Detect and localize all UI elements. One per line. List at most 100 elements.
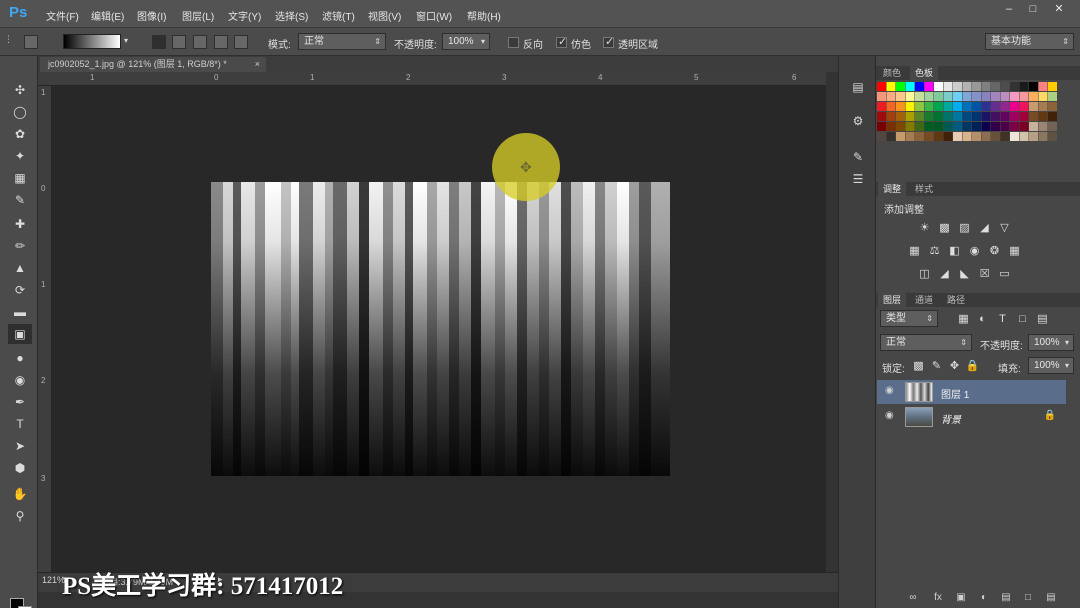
color-swatch[interactable] <box>1048 82 1057 91</box>
color-swatch[interactable] <box>1000 82 1010 91</box>
color-swatch[interactable] <box>972 92 981 101</box>
color-swatch[interactable] <box>962 102 972 111</box>
color-swatch[interactable] <box>915 102 924 111</box>
group-icon[interactable]: ▤ <box>998 592 1014 606</box>
fx-icon[interactable]: fx <box>930 592 946 606</box>
color-swatch[interactable] <box>886 92 896 101</box>
color-swatch[interactable] <box>924 132 934 141</box>
workspace-select[interactable]: 基本功能 ⇕ <box>985 33 1074 50</box>
hue-icon[interactable]: ▦ <box>907 244 922 258</box>
color-swatch[interactable] <box>915 132 924 141</box>
color-swatch[interactable] <box>991 82 1000 91</box>
color-swatch[interactable] <box>991 92 1000 101</box>
gradient-editor-swatch[interactable] <box>63 34 121 49</box>
color-swatch[interactable] <box>1048 92 1057 101</box>
color-swatch[interactable] <box>924 82 934 91</box>
gradient-icon[interactable]: ▣ <box>8 324 32 344</box>
tab-styles[interactable]: 样式 <box>910 182 938 196</box>
lock-transparent-icon[interactable]: ▩ <box>911 359 926 373</box>
radial-gradient-icon[interactable] <box>172 35 186 49</box>
reflected-gradient-icon[interactable] <box>214 35 228 49</box>
color-swatch[interactable] <box>1010 112 1019 121</box>
levels-icon[interactable]: ▩ <box>937 221 952 235</box>
history-icon[interactable]: ▤ <box>849 78 867 96</box>
gradient-map-icon[interactable]: ▭ <box>997 267 1012 281</box>
color-swatch[interactable] <box>877 112 886 121</box>
type-icon[interactable]: T <box>8 414 32 434</box>
color-swatch[interactable] <box>905 122 915 131</box>
filter-pixel-icon[interactable]: ▦ <box>956 312 971 326</box>
color-swatch[interactable] <box>924 92 934 101</box>
color-swatch[interactable] <box>1029 122 1038 131</box>
color-swatch[interactable] <box>915 82 924 91</box>
menu-type[interactable]: 文字(Y) <box>228 8 261 23</box>
threshold-icon[interactable]: ◣ <box>957 267 972 281</box>
color-swatch[interactable] <box>943 92 953 101</box>
layer-kind-filter[interactable]: 类型 ⇕ <box>880 310 938 327</box>
color-swatch[interactable] <box>905 132 915 141</box>
color-swatch[interactable] <box>915 112 924 121</box>
color-swatch[interactable] <box>934 122 943 131</box>
lock-position-icon[interactable]: ✥ <box>947 359 962 373</box>
color-swatch[interactable] <box>953 132 962 141</box>
menu-file[interactable]: 文件(F) <box>46 8 79 23</box>
selective-color-icon[interactable]: ☒ <box>977 267 992 281</box>
channel-mixer-icon[interactable]: ❂ <box>987 244 1002 258</box>
color-swatch[interactable] <box>972 82 981 91</box>
magic-wand-icon[interactable]: ✦ <box>8 146 32 166</box>
layer-row[interactable]: ◉ 背景 🔒 <box>877 405 1066 429</box>
color-swatch[interactable] <box>991 102 1000 111</box>
color-swatch[interactable] <box>1000 112 1010 121</box>
brush-presets-icon[interactable]: ✎ <box>849 148 867 166</box>
color-swatch[interactable] <box>905 112 915 121</box>
color-swatch[interactable] <box>877 132 886 141</box>
color-swatch[interactable] <box>943 102 953 111</box>
color-swatch[interactable] <box>915 122 924 131</box>
color-swatch[interactable] <box>1010 82 1019 91</box>
brush-icon[interactable]: ✏ <box>8 236 32 256</box>
filter-shape-icon[interactable]: □ <box>1015 312 1030 326</box>
color-swatch[interactable] <box>981 122 991 131</box>
zoom-icon[interactable]: ⚲ <box>8 506 32 526</box>
color-swatch[interactable] <box>1000 132 1010 141</box>
color-swatch[interactable] <box>972 122 981 131</box>
diamond-gradient-icon[interactable] <box>234 35 248 49</box>
lasso-icon[interactable]: ✿ <box>8 124 32 144</box>
blend-mode-select[interactable]: 正常 ⇕ <box>880 334 972 351</box>
color-swatch[interactable] <box>1029 92 1038 101</box>
color-swatch[interactable] <box>877 82 886 91</box>
color-swatch[interactable] <box>953 82 962 91</box>
adjustment-layer-icon[interactable]: ◐ <box>976 592 992 606</box>
mode-select[interactable]: 正常 ⇕ <box>298 33 386 50</box>
filter-adjust-icon[interactable]: ◐ <box>975 312 990 326</box>
color-swatch[interactable] <box>886 132 896 141</box>
close-icon[interactable]: ✕ <box>1046 0 1072 18</box>
color-swatch[interactable] <box>905 92 915 101</box>
tab-color[interactable]: 颜色 <box>878 66 906 80</box>
fill-input[interactable]: 100% ▾ <box>1028 357 1074 374</box>
tool-preset-icon[interactable] <box>24 35 38 49</box>
color-swatch[interactable] <box>896 132 905 141</box>
document-tab[interactable]: jc0902052_1.jpg @ 121% (图层 1, RGB/8*) * … <box>40 57 266 72</box>
curves-icon[interactable]: ▨ <box>957 221 972 235</box>
color-swatch[interactable] <box>962 112 972 121</box>
color-swatch[interactable] <box>934 92 943 101</box>
color-swatch[interactable] <box>1038 112 1048 121</box>
properties-icon[interactable]: ⚙ <box>849 112 867 130</box>
color-swatch[interactable] <box>1019 122 1029 131</box>
color-swatch[interactable] <box>1000 92 1010 101</box>
minimize-icon[interactable]: – <box>996 0 1022 18</box>
color-swatch[interactable] <box>991 112 1000 121</box>
color-swatch[interactable] <box>1029 112 1038 121</box>
color-swatch[interactable] <box>1048 112 1057 121</box>
color-swatch[interactable] <box>943 82 953 91</box>
layer-name[interactable]: 背景 <box>941 411 961 426</box>
layer-row[interactable]: ◉ 图层 1 <box>877 380 1066 404</box>
color-swatch[interactable] <box>1038 92 1048 101</box>
color-swatch[interactable] <box>924 102 934 111</box>
document-image[interactable] <box>211 182 670 476</box>
color-swatch[interactable] <box>1000 102 1010 111</box>
balance-icon[interactable]: ⚖ <box>927 244 942 258</box>
blur-icon[interactable]: ● <box>8 348 32 368</box>
color-swatch[interactable] <box>905 102 915 111</box>
